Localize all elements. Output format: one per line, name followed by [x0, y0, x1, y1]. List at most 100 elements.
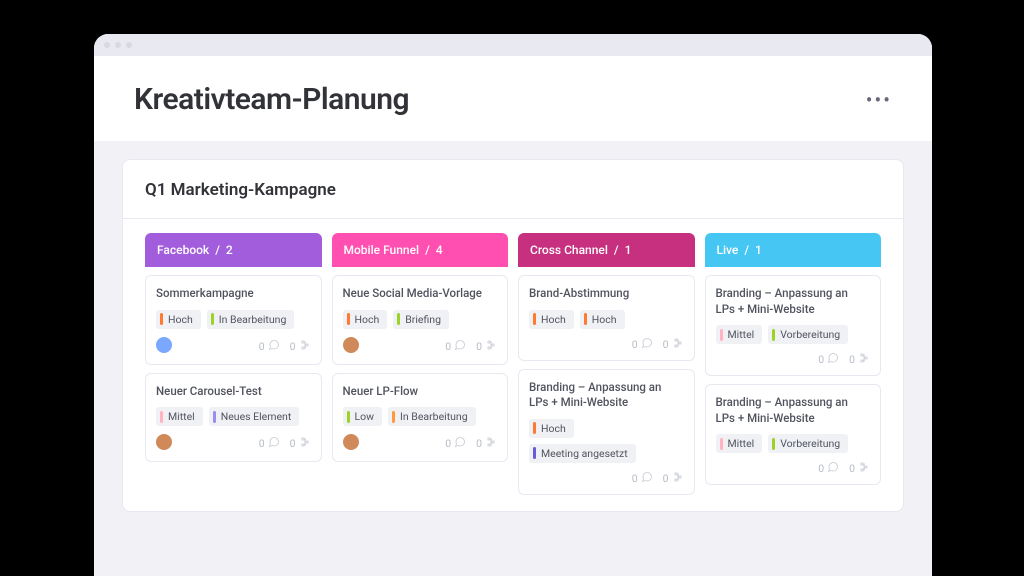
page-more-button[interactable]: ••• — [866, 88, 892, 112]
tag-color-bar — [720, 438, 723, 450]
comments-number: 0 — [445, 437, 451, 450]
board-title: Q1 Marketing-Kampagne — [145, 180, 881, 200]
comments-count[interactable]: 0 — [818, 352, 839, 367]
card-title: Branding – Anpassung an LPs + Mini-Websi… — [716, 395, 871, 426]
status-tag[interactable]: Hoch — [580, 310, 625, 329]
kanban-card[interactable]: Branding – Anpassung an LPs + Mini-Websi… — [705, 384, 882, 485]
tag-label: Hoch — [592, 313, 617, 326]
comments-count[interactable]: 0 — [445, 436, 466, 451]
status-tag[interactable]: Hoch — [343, 310, 388, 329]
subitems-count[interactable]: 0 — [290, 436, 311, 451]
tag-color-bar — [533, 313, 536, 325]
card-title: Branding – Anpassung an LPs + Mini-Websi… — [716, 286, 871, 317]
kanban-card[interactable]: Branding – Anpassung an LPs + Mini-Websi… — [518, 369, 695, 495]
column-header[interactable]: Cross Channel / 1 — [518, 233, 695, 267]
tag-label: Vorbereitung — [780, 437, 840, 450]
comment-icon — [641, 471, 653, 486]
status-tag[interactable]: Neues Element — [209, 407, 300, 426]
card-tags: Mittel Vorbereitung — [716, 325, 871, 344]
kanban-card[interactable]: Brand-AbstimmungHochHoch00 — [518, 275, 695, 361]
comments-count[interactable]: 0 — [632, 471, 653, 486]
status-tag[interactable]: Vorbereitung — [768, 434, 848, 453]
subitems-count[interactable]: 0 — [849, 352, 870, 367]
comments-number: 0 — [818, 462, 824, 475]
subitems-count[interactable]: 0 — [476, 339, 497, 354]
status-tag[interactable]: In Bearbeitung — [207, 310, 295, 329]
status-tag[interactable]: Meeting angesetzt — [529, 444, 636, 463]
status-tag[interactable]: Mittel — [716, 434, 763, 453]
status-tag[interactable]: Hoch — [529, 310, 574, 329]
avatar[interactable] — [343, 337, 359, 353]
page-title: Kreativteam-Planung — [134, 82, 409, 117]
card-tags: Hoch In Bearbeitung — [156, 310, 311, 329]
comment-icon — [827, 352, 839, 367]
subitems-number: 0 — [290, 340, 296, 353]
tag-label: Mittel — [728, 328, 755, 341]
kanban-column: Mobile Funnel / 4Neue Social Media-Vorla… — [332, 233, 509, 495]
kanban-card[interactable]: SommerkampagneHochIn Bearbeitung00 — [145, 275, 322, 365]
tag-color-bar — [160, 313, 163, 325]
status-tag[interactable]: Mittel — [716, 325, 763, 344]
status-tag[interactable]: Low — [343, 407, 383, 426]
column-count-value: 4 — [436, 243, 443, 257]
tag-color-bar — [397, 313, 400, 325]
card-footer: 00 — [343, 337, 498, 356]
column-name: Cross Channel — [530, 243, 608, 257]
comments-count[interactable]: 0 — [259, 436, 280, 451]
column-count: / — [215, 243, 220, 257]
status-tag[interactable]: Hoch — [529, 419, 574, 438]
kanban-card[interactable]: Branding – Anpassung an LPs + Mini-Websi… — [705, 275, 882, 376]
comments-count[interactable]: 0 — [632, 337, 653, 352]
column-header[interactable]: Mobile Funnel / 4 — [332, 233, 509, 267]
kanban-card[interactable]: Neue Social Media-VorlageHochBriefing00 — [332, 275, 509, 365]
status-tag[interactable]: Vorbereitung — [768, 325, 848, 344]
avatar[interactable] — [343, 434, 359, 450]
column-count: / — [425, 243, 430, 257]
kanban-card[interactable]: Neuer LP-FlowLowIn Bearbeitung00 — [332, 373, 509, 463]
status-tag[interactable]: Briefing — [393, 310, 449, 329]
kanban-card[interactable]: Neuer Carousel-TestMittelNeues Element00 — [145, 373, 322, 463]
comments-number: 0 — [818, 353, 824, 366]
tag-label: Low — [355, 410, 375, 423]
status-tag[interactable]: In Bearbeitung — [388, 407, 476, 426]
column-name: Live — [717, 243, 739, 257]
card-tags: Hoch Hoch — [529, 310, 684, 329]
tag-color-bar — [772, 329, 775, 341]
card-metrics: 00 — [818, 461, 870, 476]
status-tag[interactable]: Hoch — [156, 310, 201, 329]
comments-number: 0 — [632, 472, 638, 485]
comments-count[interactable]: 0 — [818, 461, 839, 476]
comment-icon — [454, 436, 466, 451]
subitems-count[interactable]: 0 — [290, 339, 311, 354]
comments-number: 0 — [445, 340, 451, 353]
comments-count[interactable]: 0 — [445, 339, 466, 354]
avatar[interactable] — [156, 434, 172, 450]
subitems-icon — [299, 339, 311, 354]
tag-label: Mittel — [728, 437, 755, 450]
card-footer: 00 — [343, 434, 498, 453]
subitems-number: 0 — [663, 472, 669, 485]
card-metrics: 00 — [259, 436, 311, 451]
card-footer: 00 — [156, 337, 311, 356]
subitems-count[interactable]: 0 — [849, 461, 870, 476]
subitems-number: 0 — [663, 338, 669, 351]
status-tag[interactable]: Mittel — [156, 407, 203, 426]
card-tags: Hoch Briefing — [343, 310, 498, 329]
comments-count[interactable]: 0 — [259, 339, 280, 354]
subitems-count[interactable]: 0 — [663, 337, 684, 352]
column-header[interactable]: Live / 1 — [705, 233, 882, 267]
tag-label: Hoch — [168, 313, 193, 326]
page-header: Kreativteam-Planung ••• — [94, 56, 932, 141]
subitems-count[interactable]: 0 — [476, 436, 497, 451]
avatar[interactable] — [156, 337, 172, 353]
column-header[interactable]: Facebook / 2 — [145, 233, 322, 267]
subitems-icon — [485, 436, 497, 451]
comment-icon — [268, 436, 280, 451]
card-footer: 00 — [529, 471, 684, 486]
tag-label: Hoch — [541, 422, 566, 435]
tag-color-bar — [213, 411, 216, 423]
subitems-count[interactable]: 0 — [663, 471, 684, 486]
tag-label: Neues Element — [221, 410, 292, 423]
comment-icon — [827, 461, 839, 476]
card-metrics: 00 — [259, 339, 311, 354]
